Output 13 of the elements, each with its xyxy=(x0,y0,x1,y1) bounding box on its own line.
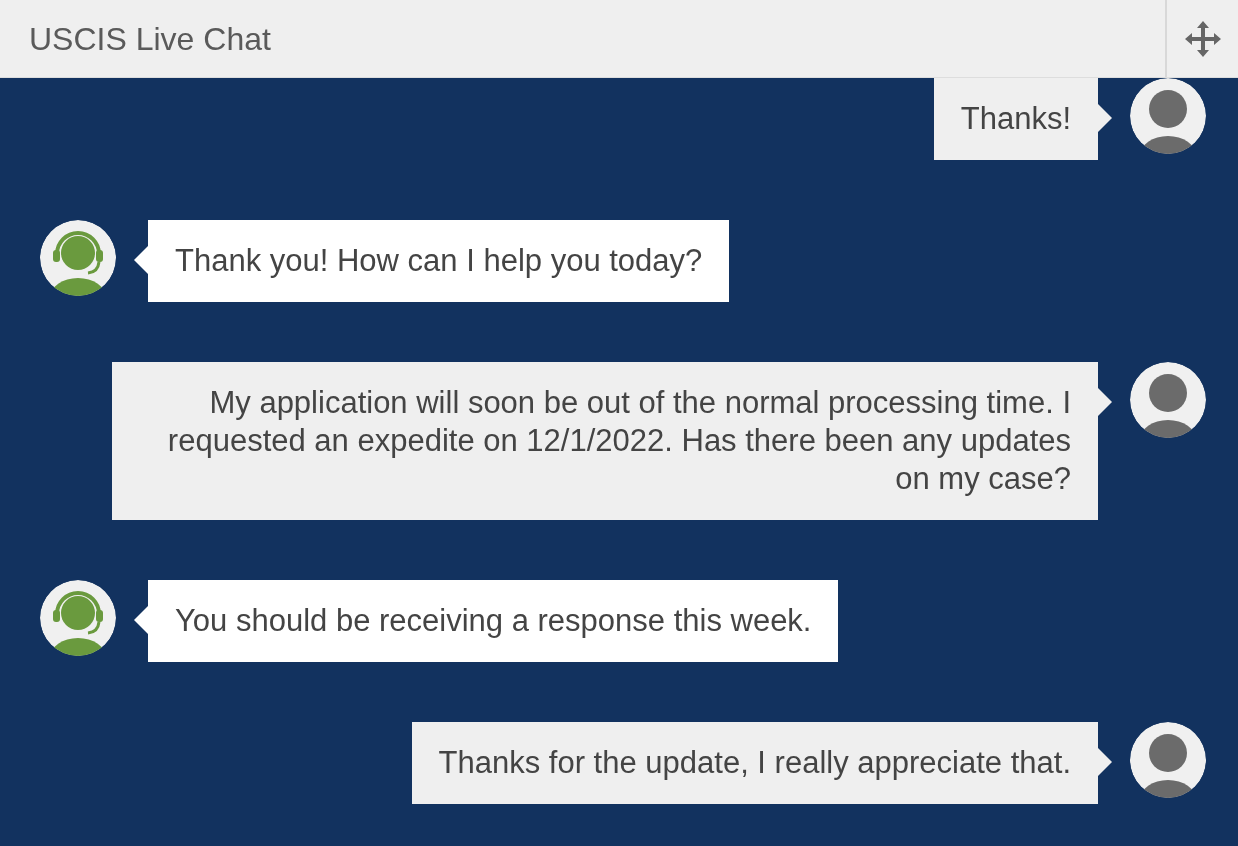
user-message: My application will soon be out of the normal processing time. I requested an expedite on 12/1/2022. Has there been any updates on my case? xyxy=(112,362,1098,520)
user-avatar-icon xyxy=(1130,722,1206,798)
bubble-tail xyxy=(1098,104,1112,132)
user-message: Thanks! xyxy=(933,78,1098,160)
user-message: Thanks for the update, I really appreciate that. xyxy=(411,722,1098,804)
bubble-tail xyxy=(1098,748,1112,776)
agent-avatar-icon xyxy=(40,580,116,656)
agent-message: You should be receiving a response this week. xyxy=(148,580,839,662)
bubble-tail xyxy=(1098,388,1112,416)
user-avatar-icon xyxy=(1130,362,1206,438)
agent-message: Thank you! How can I help you today? xyxy=(148,220,730,302)
agent-avatar-icon xyxy=(40,220,116,296)
window-title: USCIS Live Chat xyxy=(28,19,272,59)
